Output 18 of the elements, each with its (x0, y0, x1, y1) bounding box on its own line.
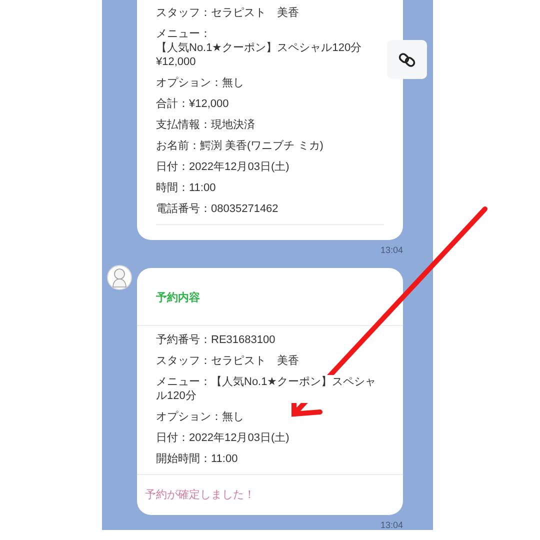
card-title: 予約内容 (156, 292, 200, 304)
timestamp: 13:04 (380, 244, 403, 257)
detail-text: 支払情報：現地決済 (156, 118, 255, 132)
detail-text: 時間：11:00 (156, 181, 216, 195)
detail-text: 予約番号：RE31683100 (156, 332, 276, 346)
detail-text: ¥12,000 (156, 55, 196, 69)
confirmation-text: 予約が確定しました！ (145, 488, 255, 500)
detail-text: 合計：¥12,000 (156, 97, 229, 111)
detail-text: オプション：無し (156, 76, 244, 90)
timestamp: 13:04 (380, 518, 403, 532)
detail-text: 日付：2022年12月03日(土) (156, 160, 290, 174)
detail-text: 日付：2022年12月03日(土) (156, 430, 290, 444)
detail-text: スタッフ：セラピスト 美香 (156, 6, 299, 20)
detail-text: お名前：鰐渕 美香(ワニブチ ミカ) (156, 139, 324, 153)
detail-text: 電話番号：08035271462 (156, 202, 278, 216)
detail-text: 開始時間：11:00 (156, 452, 238, 466)
detail-text: スタッフ：セラピスト 美香 (156, 354, 299, 368)
detail-text: オプション：無し (156, 410, 244, 424)
